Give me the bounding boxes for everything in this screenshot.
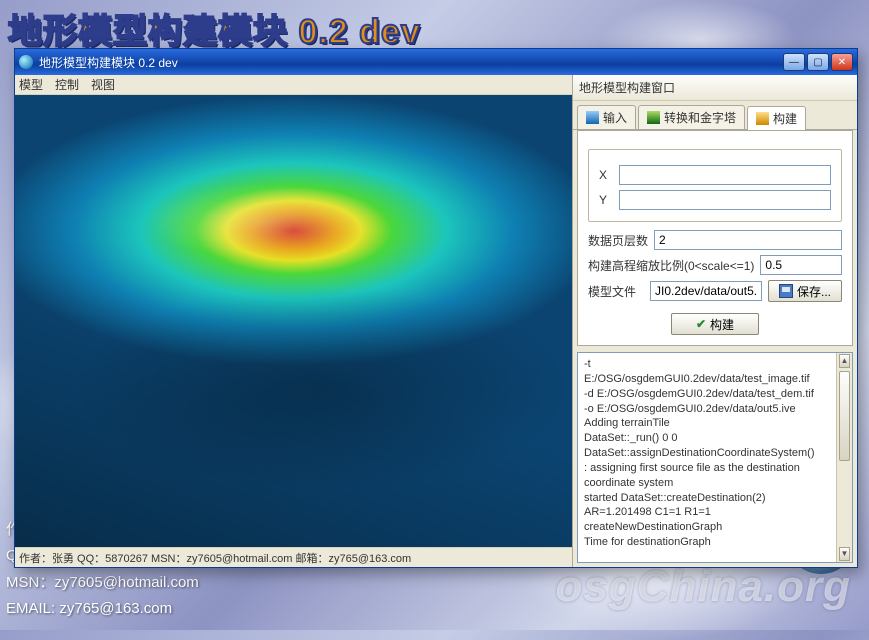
label-scale: 构建高程缩放比例(0<scale<=1) bbox=[588, 257, 754, 274]
window-title: 地形模型构建模块 0.2 dev bbox=[39, 54, 178, 71]
log-line: coordinate system bbox=[584, 476, 846, 491]
label-modelfile: 模型文件 bbox=[588, 283, 644, 300]
scroll-thumb[interactable] bbox=[839, 371, 850, 461]
log-line: DataSet::assignDestinationCoordinateSyst… bbox=[584, 446, 846, 461]
maximize-button[interactable]: ▢ bbox=[807, 53, 829, 71]
side-panel: 地形模型构建窗口 输入 转换和金字塔 构建 X bbox=[573, 75, 857, 567]
disk-icon bbox=[779, 284, 793, 298]
tab-convert[interactable]: 转换和金字塔 bbox=[638, 105, 745, 129]
log-line: E:/OSG/osgdemGUI0.2dev/data/test_image.t… bbox=[584, 372, 846, 387]
scroll-up-icon[interactable]: ▲ bbox=[839, 354, 850, 368]
log-line: Time for destinationGraph bbox=[584, 535, 846, 550]
label-levels: 数据页层数 bbox=[588, 232, 648, 249]
minimize-button[interactable]: — bbox=[783, 53, 805, 71]
log-line: DataSet::_run() 0 0 bbox=[584, 431, 846, 446]
y-input[interactable] bbox=[619, 190, 831, 210]
scale-input[interactable] bbox=[760, 255, 842, 275]
check-icon: ✔ bbox=[696, 317, 706, 331]
app-icon bbox=[19, 55, 33, 69]
menu-control[interactable]: 控制 bbox=[55, 76, 79, 93]
tab-input[interactable]: 输入 bbox=[577, 105, 636, 129]
input-icon bbox=[586, 111, 599, 124]
tab-build[interactable]: 构建 bbox=[747, 106, 806, 130]
build-button[interactable]: ✔ 构建 bbox=[671, 313, 759, 335]
panel-title: 地形模型构建窗口 bbox=[573, 75, 857, 101]
log-line: -t bbox=[584, 357, 846, 372]
promo-title: 地形模型构建模块 0.2 dev bbox=[8, 4, 421, 53]
credit-email: EMAIL: zy765@163.com bbox=[6, 596, 199, 622]
titlebar[interactable]: 地形模型构建模块 0.2 dev — ▢ ✕ bbox=[15, 49, 857, 75]
log-line: -o E:/OSG/osgdemGUI0.2dev/data/out5.ive bbox=[584, 402, 846, 417]
log-output[interactable]: -t E:/OSG/osgdemGUI0.2dev/data/test_imag… bbox=[577, 352, 853, 563]
levels-input[interactable] bbox=[654, 230, 842, 250]
log-line: AR=1.201498 C1=1 R1=1 bbox=[584, 505, 846, 520]
status-text: 作者：张勇 QQ：5870267 MSN：zy7605@hotmail.com … bbox=[19, 550, 411, 566]
app-window: 地形模型构建模块 0.2 dev — ▢ ✕ 模型 控制 视图 作者：张勇 QQ… bbox=[14, 48, 858, 568]
label-x: X bbox=[599, 168, 613, 182]
log-line: started DataSet::createDestination(2) bbox=[584, 491, 846, 506]
credit-msn: MSN：zy7605@hotmail.com bbox=[6, 570, 199, 596]
build-form: X Y 数据页层数 构建高程缩放比例(0<scale<=1) 模型文件 bbox=[577, 130, 853, 346]
status-bar: 作者：张勇 QQ：5870267 MSN：zy7605@hotmail.com … bbox=[15, 547, 572, 567]
log-line: : assigning first source file as the des… bbox=[584, 461, 846, 476]
label-y: Y bbox=[599, 193, 613, 207]
log-scrollbar[interactable]: ▲ ▼ bbox=[836, 353, 852, 562]
modelfile-input[interactable] bbox=[650, 281, 762, 301]
convert-icon bbox=[647, 111, 660, 124]
scroll-down-icon[interactable]: ▼ bbox=[839, 547, 850, 561]
x-input[interactable] bbox=[619, 165, 831, 185]
build-icon bbox=[756, 112, 769, 125]
menu-view[interactable]: 视图 bbox=[91, 76, 115, 93]
log-line: -d E:/OSG/osgdemGUI0.2dev/data/test_dem.… bbox=[584, 387, 846, 402]
save-button[interactable]: 保存... bbox=[768, 280, 842, 302]
menubar: 模型 控制 视图 bbox=[15, 75, 572, 95]
log-line: createNewDestinationGraph bbox=[584, 520, 846, 535]
log-line: Adding terrainTile bbox=[584, 416, 846, 431]
tabs: 输入 转换和金字塔 构建 bbox=[573, 101, 857, 130]
close-button[interactable]: ✕ bbox=[831, 53, 853, 71]
menu-model[interactable]: 模型 bbox=[19, 76, 43, 93]
3d-viewport[interactable] bbox=[15, 95, 572, 547]
